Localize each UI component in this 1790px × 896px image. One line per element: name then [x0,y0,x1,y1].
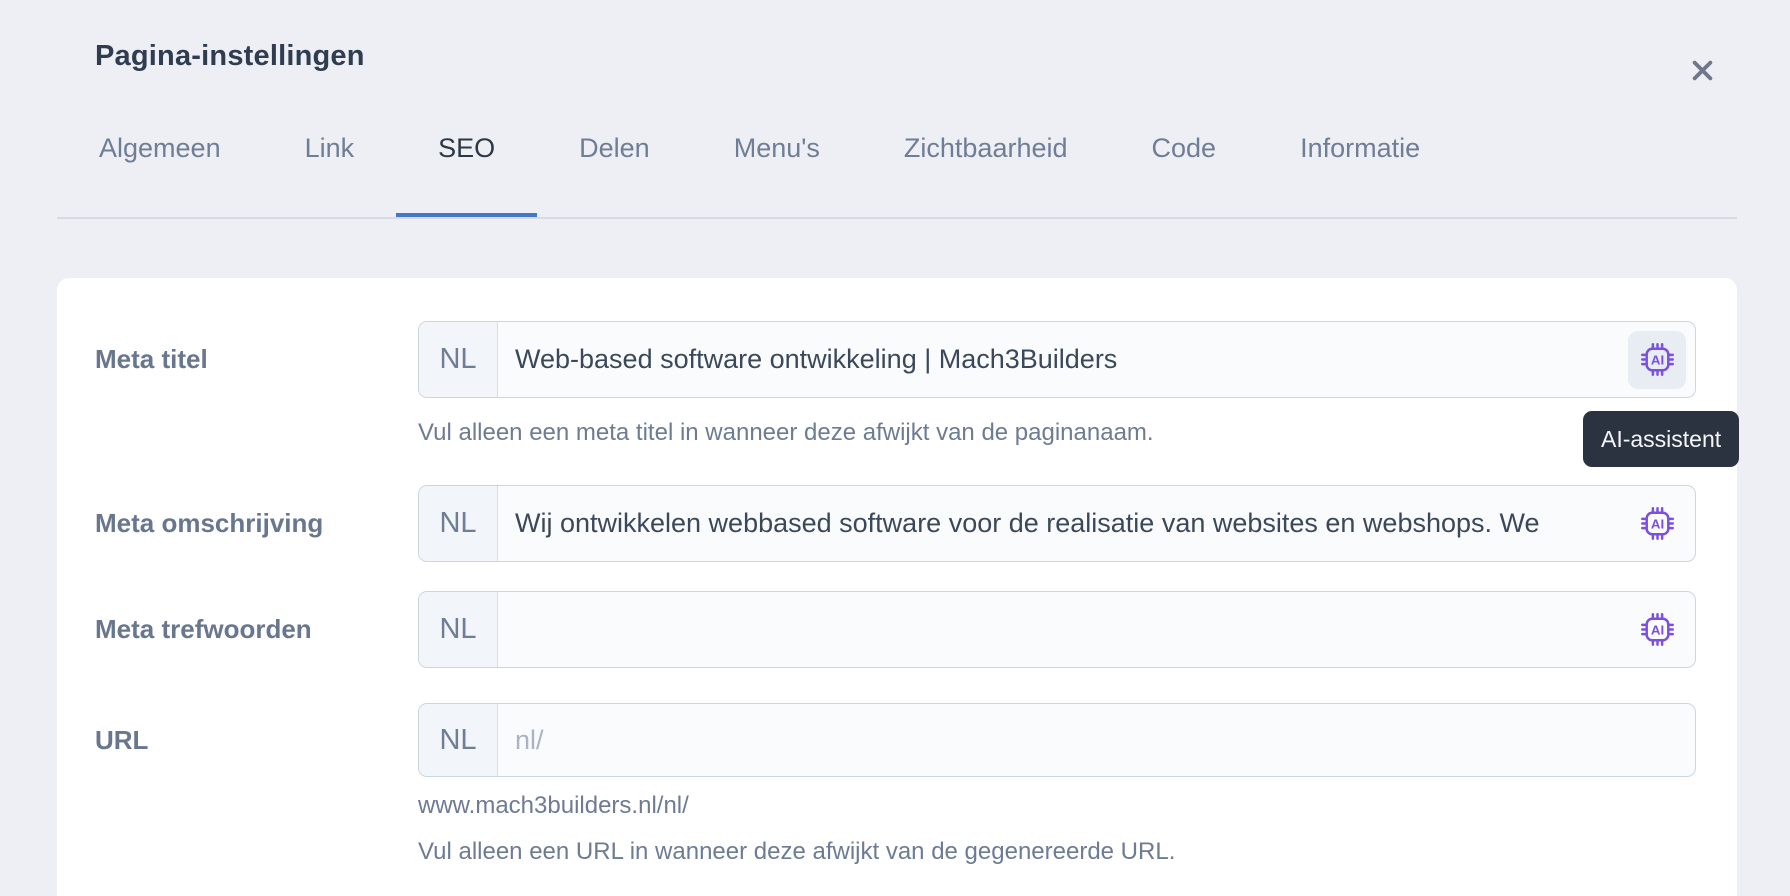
meta-keywords-label: Meta trefwoorden [95,614,312,644]
tab-link[interactable]: Link [263,97,397,217]
ai-assistant-button[interactable]: AI [1628,495,1686,553]
ai-chip-icon: AI [1639,505,1676,542]
svg-text:AI: AI [1650,623,1663,638]
language-badge: NL [419,704,498,776]
url-preview-text: www.mach3builders.nl/nl/ [418,790,689,822]
tab-bar: Algemeen Link SEO Delen Menu's Zichtbaar… [57,97,1737,219]
close-icon [1689,57,1716,84]
meta-description-input[interactable] [498,486,1695,561]
meta-title-helper-text: Vul alleen een meta titel in wanneer dez… [418,417,1154,449]
meta-keywords-input-group: NL AI [418,591,1696,668]
page-settings-dialog: Pagina-instellingen Algemeen Link SEO De… [0,0,1790,896]
url-label: URL [95,725,148,755]
meta-description-label: Meta omschrijving [95,508,323,538]
meta-title-input-group: NL AI [418,321,1696,398]
url-helper-text: Vul alleen een URL in wanneer deze afwij… [418,836,1175,868]
tab-menus[interactable]: Menu's [692,97,862,217]
svg-text:AI: AI [1650,517,1663,532]
ai-chip-icon: AI [1639,611,1676,648]
meta-keywords-input[interactable] [498,592,1695,667]
meta-title-label: Meta titel [95,344,208,374]
close-button[interactable] [1680,48,1724,92]
language-badge: NL [419,486,498,561]
ai-assistant-tooltip: AI-assistent [1583,411,1739,467]
ai-assistant-button[interactable]: AI [1628,331,1686,389]
tab-zichtbaarheid[interactable]: Zichtbaarheid [862,97,1110,217]
ai-assistant-button[interactable]: AI [1628,601,1686,659]
meta-title-input[interactable] [498,322,1695,397]
tab-algemeen[interactable]: Algemeen [57,97,263,217]
seo-form-panel: Meta titel NL AI Vul alleen een meta tit… [57,278,1737,896]
ai-chip-icon: AI [1639,341,1676,378]
svg-text:AI: AI [1650,353,1663,368]
tab-seo[interactable]: SEO [396,97,537,217]
tab-code[interactable]: Code [1110,97,1259,217]
url-input[interactable] [498,704,1695,776]
tab-delen[interactable]: Delen [537,97,692,217]
page-title: Pagina-instellingen [95,40,365,73]
url-input-group: NL [418,703,1696,777]
meta-description-input-group: NL AI [418,485,1696,562]
language-badge: NL [419,322,498,397]
tab-informatie[interactable]: Informatie [1258,97,1462,217]
language-badge: NL [419,592,498,667]
